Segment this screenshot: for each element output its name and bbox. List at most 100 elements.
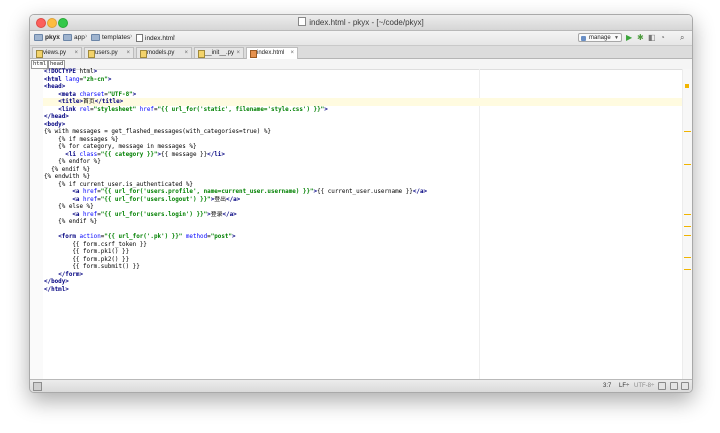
error-stripe[interactable] — [682, 69, 692, 380]
file-encoding[interactable]: UTF-8÷ — [634, 382, 654, 390]
chevron-right-icon: › — [57, 33, 60, 40]
code-line[interactable]: <li class="{{ category }}">{{ message }}… — [44, 152, 427, 160]
warning-marker[interactable] — [684, 214, 691, 215]
python-icon — [581, 36, 586, 41]
close-icon[interactable]: × — [74, 48, 78, 58]
code-line[interactable]: <meta charset="UTF-8"> — [44, 92, 427, 100]
tab-label: __init__.py — [205, 50, 235, 56]
breadcrumb-project[interactable]: pkyx — [34, 34, 60, 41]
code-line[interactable]: <body> — [44, 122, 427, 130]
code-content[interactable]: <!DOCTYPE html> <html lang="zh-cn"> <head>… — [44, 69, 427, 294]
close-icon[interactable]: × — [236, 48, 240, 58]
code-line[interactable]: {% endif %} — [44, 219, 427, 227]
code-line[interactable]: {% endwith %} — [44, 174, 427, 182]
warning-marker[interactable] — [684, 164, 691, 165]
code-line[interactable]: {% else %} — [44, 204, 427, 212]
tab-label: views.py — [43, 50, 67, 56]
code-line[interactable]: {% if current_user.is_authenticated %} — [44, 182, 427, 190]
code-line[interactable]: {% with messages = get_flashed_messages(… — [44, 129, 427, 137]
python-file-icon — [36, 50, 43, 58]
folder-icon — [34, 34, 43, 41]
code-line[interactable]: </head> — [44, 114, 427, 122]
line-gutter[interactable] — [30, 69, 43, 380]
breadcrumb-label: app — [74, 34, 85, 41]
breadcrumb-label: templates — [102, 34, 131, 41]
code-line[interactable]: {{ form.csrf_token }} — [44, 242, 427, 250]
title-bar: index.html - pkyx - [~/code/pkyx] — [30, 15, 692, 31]
code-line[interactable]: <html lang="zh-cn"> — [44, 77, 427, 85]
close-icon[interactable]: × — [126, 48, 130, 58]
html-file-icon — [250, 50, 257, 58]
tab-init-py[interactable]: __init__.py × — [194, 47, 244, 58]
warning-marker[interactable] — [684, 226, 691, 227]
right-margin-guide — [479, 69, 480, 380]
close-icon[interactable]: × — [290, 48, 294, 58]
chevron-right-icon: › — [130, 33, 133, 40]
code-line[interactable]: <head> — [44, 84, 427, 92]
chevron-right-icon: › — [173, 33, 176, 40]
window-title: index.html - pkyx - [~/code/pkyx] — [309, 18, 424, 27]
tab-label: index.html — [257, 50, 285, 56]
run-configuration-label: manage — [589, 35, 611, 41]
breadcrumb-app[interactable]: app — [63, 34, 85, 41]
status-bar: 3:7 LF÷ UTF-8÷ — [30, 379, 692, 392]
python-file-icon — [88, 50, 95, 58]
navigation-bar: pkyx › app › templates › index.html › ma… — [30, 31, 692, 46]
search-icon[interactable]: ⌕ — [680, 33, 684, 43]
code-line[interactable]: <form action="{{ url_for('.pk') }}" meth… — [44, 234, 427, 242]
code-line[interactable] — [44, 227, 427, 235]
code-line[interactable]: <a href="{{ url_for('users.logout') }}">… — [44, 197, 427, 205]
code-line[interactable]: <title>首页</title> — [44, 99, 427, 107]
code-line[interactable]: <link rel="stylesheet" href="{{ url_for(… — [44, 107, 427, 115]
code-line[interactable]: {{ form.submit() }} — [44, 264, 427, 272]
run-icon[interactable]: ▶ — [626, 33, 632, 43]
code-line[interactable]: {{ form.pk1() }} — [44, 249, 427, 257]
tool-windows-toggle-icon[interactable] — [33, 382, 42, 391]
html-file-icon — [298, 17, 307, 26]
code-editor[interactable]: html head <!DOCTYPE html> <html lang="zh-… — [30, 59, 692, 380]
tab-models-py[interactable]: models.py × — [136, 47, 192, 58]
tab-users-py[interactable]: users.py × — [84, 47, 134, 58]
close-icon[interactable]: × — [184, 48, 188, 58]
code-line[interactable]: {% if messages %} — [44, 137, 427, 145]
caret-position[interactable]: 3:7 — [603, 382, 611, 390]
lock-icon[interactable] — [658, 382, 666, 390]
profile-icon[interactable]: ◔ — [660, 33, 665, 43]
folder-icon — [91, 34, 100, 41]
python-file-icon — [198, 50, 205, 58]
python-file-icon — [140, 50, 147, 58]
code-line[interactable]: {{ form.pk2() }} — [44, 257, 427, 265]
warning-marker[interactable] — [685, 84, 689, 88]
html-file-icon — [136, 34, 143, 42]
ide-window: index.html - pkyx - [~/code/pkyx] pkyx ›… — [29, 14, 693, 393]
chevron-right-icon: › — [85, 33, 88, 40]
code-line[interactable]: </form> — [44, 272, 427, 280]
code-line[interactable]: <a href="{{ url_for('users.login') }}">登… — [44, 212, 427, 220]
event-log-icon[interactable] — [681, 382, 689, 390]
code-line[interactable]: {% endfor %} — [44, 159, 427, 167]
code-line[interactable]: </html> — [44, 287, 427, 295]
code-line[interactable]: {% for category, message in messages %} — [44, 144, 427, 152]
tab-views-py[interactable]: views.py × — [32, 47, 82, 58]
line-separator[interactable]: LF÷ — [619, 382, 629, 390]
warning-marker[interactable] — [684, 131, 691, 132]
warning-marker[interactable] — [684, 269, 691, 270]
warning-marker[interactable] — [684, 257, 691, 258]
code-line[interactable]: {% endif %} — [44, 167, 427, 175]
tag-breadcrumb-html[interactable]: html — [31, 60, 49, 69]
code-line[interactable]: <!DOCTYPE html> — [44, 69, 427, 77]
code-line[interactable]: </body> — [44, 279, 427, 287]
coverage-icon[interactable]: ◧ — [648, 33, 656, 43]
tag-breadcrumb-head[interactable]: head — [48, 60, 66, 69]
inspector-icon[interactable] — [670, 382, 678, 390]
debug-icon[interactable]: ✱ — [637, 33, 644, 43]
breadcrumb-label: index.html — [145, 34, 175, 42]
warning-marker[interactable] — [684, 235, 691, 236]
breadcrumb-index-html[interactable]: index.html — [136, 34, 175, 42]
run-configuration-select[interactable]: manage ▼ — [578, 33, 622, 42]
chevron-down-icon: ▼ — [614, 35, 619, 41]
code-line[interactable]: <a href="{{ url_for('users.profile', nam… — [44, 189, 427, 197]
folder-icon — [63, 34, 72, 41]
breadcrumb-templates[interactable]: templates — [91, 34, 130, 41]
tab-index-html[interactable]: index.html × — [246, 47, 298, 59]
